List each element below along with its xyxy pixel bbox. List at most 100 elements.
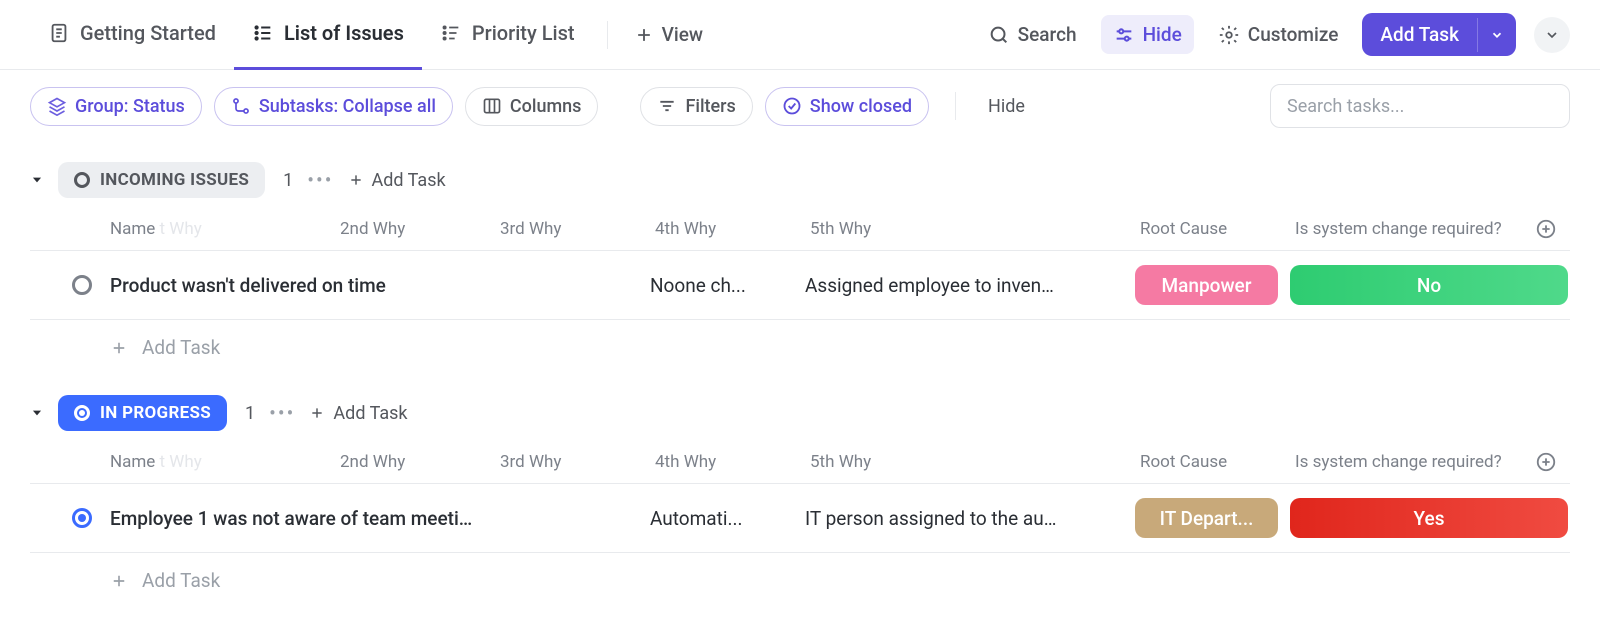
add-task-row[interactable]: Add Task bbox=[30, 553, 1570, 608]
columns-pill[interactable]: Columns bbox=[465, 87, 599, 126]
divider bbox=[955, 92, 956, 120]
task-name[interactable]: Employee 1 was not aware of team meeti… bbox=[110, 507, 650, 530]
more-options-button[interactable]: ••• bbox=[307, 168, 333, 192]
subtask-icon bbox=[231, 96, 251, 116]
add-column-button[interactable] bbox=[1535, 218, 1575, 240]
hide-button[interactable]: Hide bbox=[1101, 15, 1194, 54]
add-column-button[interactable] bbox=[1535, 451, 1575, 473]
status-label: INCOMING ISSUES bbox=[100, 170, 249, 190]
hide-filters-button[interactable]: Hide bbox=[988, 96, 1025, 117]
col-2nd-why[interactable]: 2nd Why bbox=[340, 219, 500, 239]
col-system-change[interactable]: Is system change required? bbox=[1295, 452, 1535, 472]
top-tabs-bar: Getting Started List of Issues Priority … bbox=[0, 0, 1600, 70]
gear-icon bbox=[1218, 24, 1240, 46]
col-5th-why[interactable]: 5th Why bbox=[810, 219, 1140, 239]
tab-list-of-issues[interactable]: List of Issues bbox=[234, 0, 422, 70]
system-change-badge[interactable]: No bbox=[1290, 265, 1568, 305]
status-pill-in-progress[interactable]: IN PROGRESS bbox=[58, 395, 227, 431]
root-cause-badge[interactable]: Manpower bbox=[1135, 265, 1278, 305]
priority-list-icon bbox=[440, 22, 462, 44]
group-count: 1 bbox=[245, 403, 255, 424]
layers-icon bbox=[47, 96, 67, 116]
col-name[interactable]: Name t Why bbox=[110, 452, 340, 472]
tab-getting-started[interactable]: Getting Started bbox=[30, 0, 234, 70]
search-label: Search bbox=[1018, 23, 1077, 46]
filters-pill[interactable]: Filters bbox=[640, 87, 752, 126]
task-row[interactable]: Product wasn't delivered on time Noone c… bbox=[30, 251, 1570, 320]
plus-icon bbox=[110, 339, 128, 357]
column-headers: Name t Why 2nd Why 3rd Why 4th Why 5th W… bbox=[30, 441, 1570, 484]
col-5th-why[interactable]: 5th Why bbox=[810, 452, 1140, 472]
plus-icon bbox=[309, 405, 325, 421]
group-label: Group: Status bbox=[75, 96, 185, 117]
task-name[interactable]: Product wasn't delivered on time bbox=[110, 274, 650, 297]
filter-bar: Group: Status Subtasks: Collapse all Col… bbox=[0, 70, 1600, 142]
collapse-group-button[interactable] bbox=[30, 406, 44, 420]
status-label: IN PROGRESS bbox=[100, 403, 211, 423]
cell-5th-why[interactable]: IT person assigned to the au… bbox=[805, 507, 1135, 530]
search-button[interactable]: Search bbox=[976, 15, 1089, 54]
col-4th-why[interactable]: 4th Why bbox=[655, 219, 810, 239]
search-tasks-input[interactable]: Search tasks... bbox=[1270, 84, 1570, 128]
group-header: IN PROGRESS 1 ••• Add Task bbox=[30, 385, 1570, 441]
show-closed-pill[interactable]: Show closed bbox=[765, 87, 929, 126]
col-2nd-why[interactable]: 2nd Why bbox=[340, 452, 500, 472]
task-status-toggle[interactable] bbox=[30, 508, 110, 528]
filter-icon bbox=[657, 96, 677, 116]
columns-label: Columns bbox=[510, 96, 582, 117]
col-3rd-why[interactable]: 3rd Why bbox=[500, 219, 655, 239]
task-status-toggle[interactable] bbox=[30, 275, 110, 295]
status-circle-icon bbox=[72, 508, 92, 528]
add-task-button-group: Add Task bbox=[1362, 13, 1516, 56]
customize-button[interactable]: Customize bbox=[1206, 15, 1351, 54]
chevron-down-icon bbox=[1490, 28, 1504, 42]
cell-5th-why[interactable]: Assigned employee to inven… bbox=[805, 274, 1135, 297]
hide-label: Hide bbox=[1143, 23, 1182, 46]
status-dot-icon bbox=[74, 172, 90, 188]
add-task-row[interactable]: Add Task bbox=[30, 320, 1570, 375]
sliders-icon bbox=[1113, 24, 1135, 46]
add-task-group-button[interactable]: Add Task bbox=[309, 403, 407, 424]
more-options-button[interactable]: ••• bbox=[269, 401, 295, 425]
status-circle-icon bbox=[72, 275, 92, 295]
col-root-cause[interactable]: Root Cause bbox=[1140, 452, 1295, 472]
cell-4th-why[interactable]: Noone ch... bbox=[650, 274, 805, 297]
cell-4th-why[interactable]: Automati... bbox=[650, 507, 805, 530]
tab-label: Priority List bbox=[472, 21, 575, 45]
group-header: INCOMING ISSUES 1 ••• Add Task bbox=[30, 152, 1570, 208]
chevron-down-icon bbox=[1544, 27, 1560, 43]
col-3rd-why[interactable]: 3rd Why bbox=[500, 452, 655, 472]
group-count: 1 bbox=[283, 170, 293, 191]
collapse-panel-button[interactable] bbox=[1534, 17, 1570, 53]
add-task-group-button[interactable]: Add Task bbox=[348, 170, 446, 191]
add-task-label: Add Task bbox=[372, 170, 446, 191]
tab-label: Getting Started bbox=[80, 21, 216, 45]
col-system-change[interactable]: Is system change required? bbox=[1295, 219, 1535, 239]
system-change-badge[interactable]: Yes bbox=[1290, 498, 1568, 538]
subtasks-pill[interactable]: Subtasks: Collapse all bbox=[214, 87, 453, 126]
add-task-label: Add Task bbox=[1380, 23, 1459, 46]
col-root-cause[interactable]: Root Cause bbox=[1140, 219, 1295, 239]
group-by-pill[interactable]: Group: Status bbox=[30, 87, 202, 126]
collapse-group-button[interactable] bbox=[30, 173, 44, 187]
col-name[interactable]: Name t Why bbox=[110, 219, 340, 239]
topbar-right: Search Hide Customize Add Task bbox=[976, 13, 1570, 56]
status-pill-incoming[interactable]: INCOMING ISSUES bbox=[58, 162, 265, 198]
columns-icon bbox=[482, 96, 502, 116]
add-task-label: Add Task bbox=[142, 336, 220, 359]
column-headers: Name t Why 2nd Why 3rd Why 4th Why 5th W… bbox=[30, 208, 1570, 251]
add-task-dropdown[interactable] bbox=[1477, 18, 1516, 52]
customize-label: Customize bbox=[1248, 23, 1339, 46]
col-4th-why[interactable]: 4th Why bbox=[655, 452, 810, 472]
list-icon bbox=[252, 22, 274, 44]
doc-icon bbox=[48, 22, 70, 44]
add-task-button[interactable]: Add Task bbox=[1362, 13, 1477, 56]
search-placeholder: Search tasks... bbox=[1287, 96, 1404, 117]
task-row[interactable]: Employee 1 was not aware of team meeti… … bbox=[30, 484, 1570, 553]
add-task-label: Add Task bbox=[142, 569, 220, 592]
add-view-button[interactable]: View bbox=[622, 15, 715, 54]
subtasks-label: Subtasks: Collapse all bbox=[259, 96, 436, 117]
root-cause-badge[interactable]: IT Depart... bbox=[1135, 498, 1278, 538]
tab-priority-list[interactable]: Priority List bbox=[422, 0, 593, 70]
tab-label: List of Issues bbox=[284, 21, 404, 45]
